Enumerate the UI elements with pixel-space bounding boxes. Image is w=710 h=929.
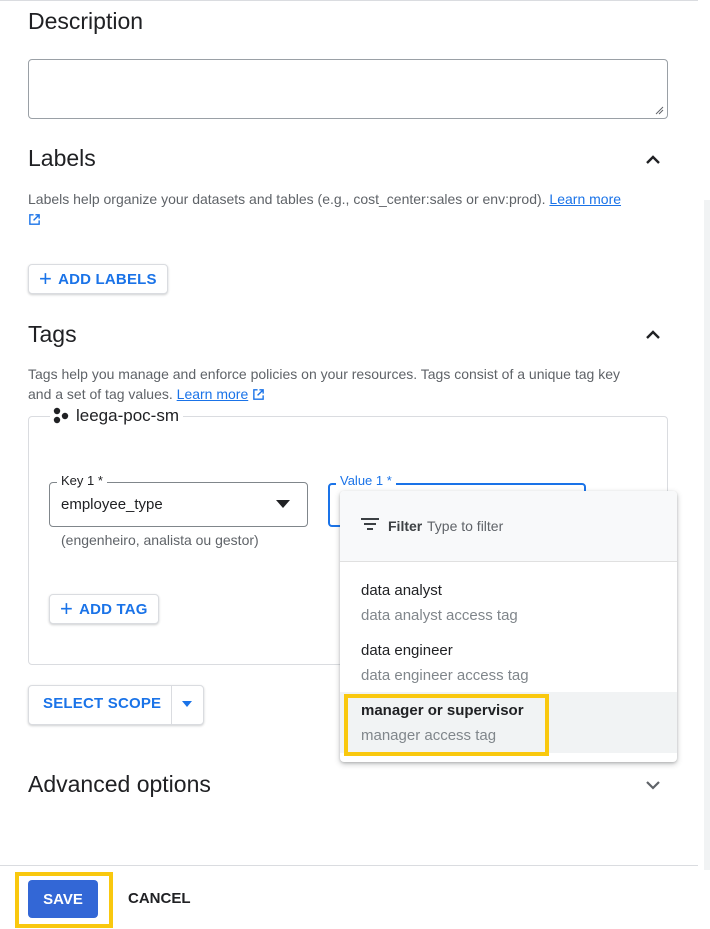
description-textarea[interactable] (28, 59, 668, 119)
chevron-up-icon[interactable] (641, 148, 665, 172)
top-divider (0, 0, 698, 1)
highlight-box-save (15, 872, 113, 928)
add-tag-button[interactable]: + ADD TAG (49, 594, 159, 624)
highlight-box-option (344, 694, 549, 756)
tags-heading: Tags (28, 321, 77, 347)
add-labels-button[interactable]: + ADD LABELS (28, 264, 168, 294)
labels-learn-more-link[interactable]: Learn more (549, 191, 621, 207)
external-link-icon[interactable] (28, 213, 41, 226)
filter-label: Filter (388, 518, 423, 534)
tag-key-label: Key 1 * (57, 473, 107, 488)
tags-learn-more-link[interactable]: Learn more (177, 386, 249, 402)
chevron-down-icon[interactable] (641, 773, 665, 797)
option-data-engineer[interactable]: data engineer (361, 642, 453, 659)
plus-icon: + (60, 596, 74, 621)
advanced-options-heading[interactable]: Advanced options (28, 771, 211, 798)
tag-value-label: Value 1 * (336, 473, 396, 488)
tag-project: leega-poc-sm (50, 406, 183, 426)
tag-key-value: employee_type (61, 496, 163, 513)
filter-icon (361, 518, 379, 530)
footer-divider (0, 865, 698, 866)
tags-help: Tags help you manage and enforce policie… (28, 366, 620, 402)
filter-input[interactable]: Type to filter (427, 518, 503, 534)
project-hierarchy-icon (53, 407, 69, 424)
chevron-up-icon[interactable] (641, 323, 665, 347)
description-heading: Description (28, 8, 144, 34)
select-scope-label: SELECT SCOPE (43, 695, 162, 712)
resize-handle-icon[interactable] (654, 105, 664, 115)
scope-dropdown-icon[interactable] (182, 701, 192, 707)
dropdown-arrow-icon[interactable] (276, 500, 290, 508)
scope-divider (171, 685, 172, 725)
cancel-button[interactable]: CANCEL (128, 890, 191, 907)
labels-heading: Labels (28, 145, 96, 171)
option-data-analyst[interactable]: data analyst (361, 582, 442, 599)
external-link-icon[interactable] (252, 388, 265, 401)
plus-icon: + (39, 266, 53, 291)
option-data-engineer-desc: data engineer access tag (361, 667, 529, 684)
labels-help: Labels help organize your datasets and t… (28, 189, 668, 229)
scrollbar-track[interactable] (704, 200, 710, 870)
option-data-analyst-desc: data analyst access tag (361, 607, 518, 624)
tag-key-hint: (engenheiro, analista ou gestor) (61, 532, 259, 548)
